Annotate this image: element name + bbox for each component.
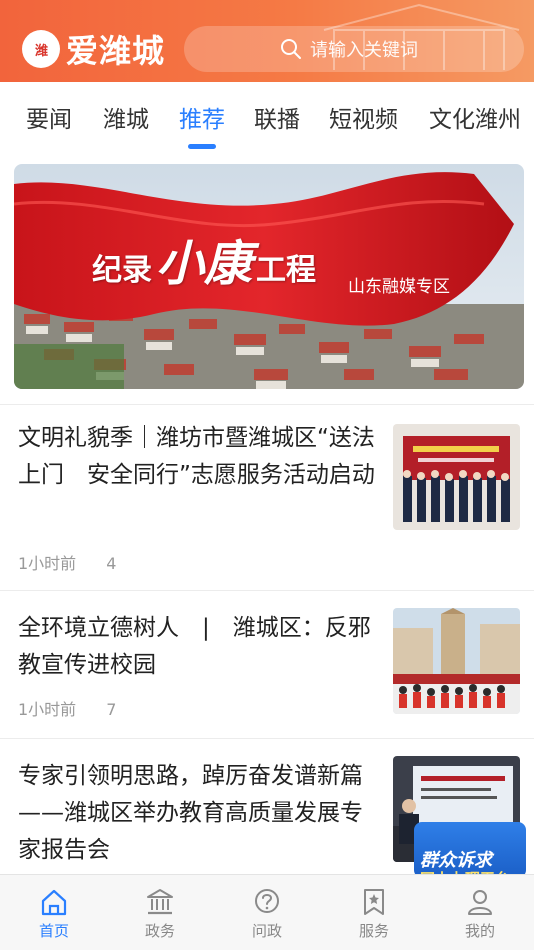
logo-emblem: 潍 <box>22 30 60 68</box>
tab-yaowen[interactable]: 要闻 <box>26 100 72 134</box>
nav-profile-label: 我的 <box>464 922 495 940</box>
news-thumbnail <box>393 608 520 714</box>
home-icon <box>41 889 67 916</box>
question-icon <box>255 889 279 913</box>
banner-title-part2: 小康 <box>156 236 253 292</box>
news-view-count: 4 <box>106 554 117 573</box>
complaint-platform-badge[interactable]: 群众诉求 网上办理平台 <box>414 822 526 878</box>
active-tab-indicator <box>188 144 216 149</box>
news-item[interactable]: 全环境立德树人 | 潍城区：反邪教宣传进校园 1小时前 7 <box>0 590 534 738</box>
banner-title-part3: 工程 <box>256 253 317 288</box>
tab-weicheng[interactable]: 潍城 <box>103 100 149 134</box>
news-title[interactable]: 全环境立德树人 | 潍城区：反邪教宣传进校园 <box>18 610 378 684</box>
app-logo[interactable]: 潍 爱潍城 <box>22 26 165 72</box>
tab-tuijian[interactable]: 推荐 <box>179 100 225 134</box>
news-time: 1小时前 <box>18 554 77 573</box>
nav-inquiry[interactable]: 问政 <box>237 887 297 941</box>
nav-profile[interactable]: 我的 <box>450 887 510 941</box>
user-icon <box>468 890 492 915</box>
news-item[interactable]: 文明礼貌季｜潍坊市暨潍城区“送法上门 安全同行”志愿服务活动启动 1小时前 4 <box>0 404 534 590</box>
feature-banner[interactable]: 纪录小康 工程 山东融媒专区 <box>14 164 524 389</box>
tab-lianbo[interactable]: 联播 <box>254 100 300 134</box>
banner-title: 纪录小康 工程 <box>92 224 316 294</box>
tab-duanshipin[interactable]: 短视频 <box>329 100 398 134</box>
news-view-count: 7 <box>106 700 117 719</box>
news-time: 1小时前 <box>18 700 77 719</box>
nav-government[interactable]: 政务 <box>130 887 190 941</box>
nav-home-label: 首页 <box>38 922 69 940</box>
bottom-navigation: 首页 政务 问政 服务 我的 <box>0 874 534 950</box>
search-icon <box>281 39 301 59</box>
search-bar[interactable]: 请输入关键词 <box>184 26 524 72</box>
bookmark-star-icon <box>364 889 384 915</box>
nav-service-label: 服务 <box>358 922 389 940</box>
nav-service[interactable]: 服务 <box>344 887 404 941</box>
app-name: 爱潍城 <box>66 32 166 70</box>
nav-inquiry-label: 问政 <box>251 922 282 940</box>
tab-wenhua-weizhou[interactable]: 文化潍州 <box>429 100 521 134</box>
banner-subtitle: 山东融媒专区 <box>348 277 450 297</box>
nav-home[interactable]: 首页 <box>24 887 84 941</box>
banner-title-part1: 纪录 <box>92 253 152 288</box>
news-meta: 1小时前 7 <box>18 696 116 720</box>
news-title[interactable]: 专家引领明思路，踔厉奋发谱新篇——潍城区举办教育高质量发展专家报告会 <box>18 758 378 869</box>
news-title[interactable]: 文明礼貌季｜潍坊市暨潍城区“送法上门 安全同行”志愿服务活动启动 <box>18 420 378 494</box>
nav-government-label: 政务 <box>144 922 175 940</box>
search-placeholder: 请输入关键词 <box>310 40 418 61</box>
app-header: 潍 爱潍城 请输入关键词 <box>0 0 534 82</box>
news-meta: 1小时前 4 <box>18 550 116 574</box>
logo-emblem-text: 潍 <box>34 43 48 59</box>
government-icon <box>147 889 173 915</box>
category-tabs: 要闻 潍城 推荐 联播 短视频 文化潍州 <box>0 82 534 154</box>
news-thumbnail <box>393 424 520 530</box>
